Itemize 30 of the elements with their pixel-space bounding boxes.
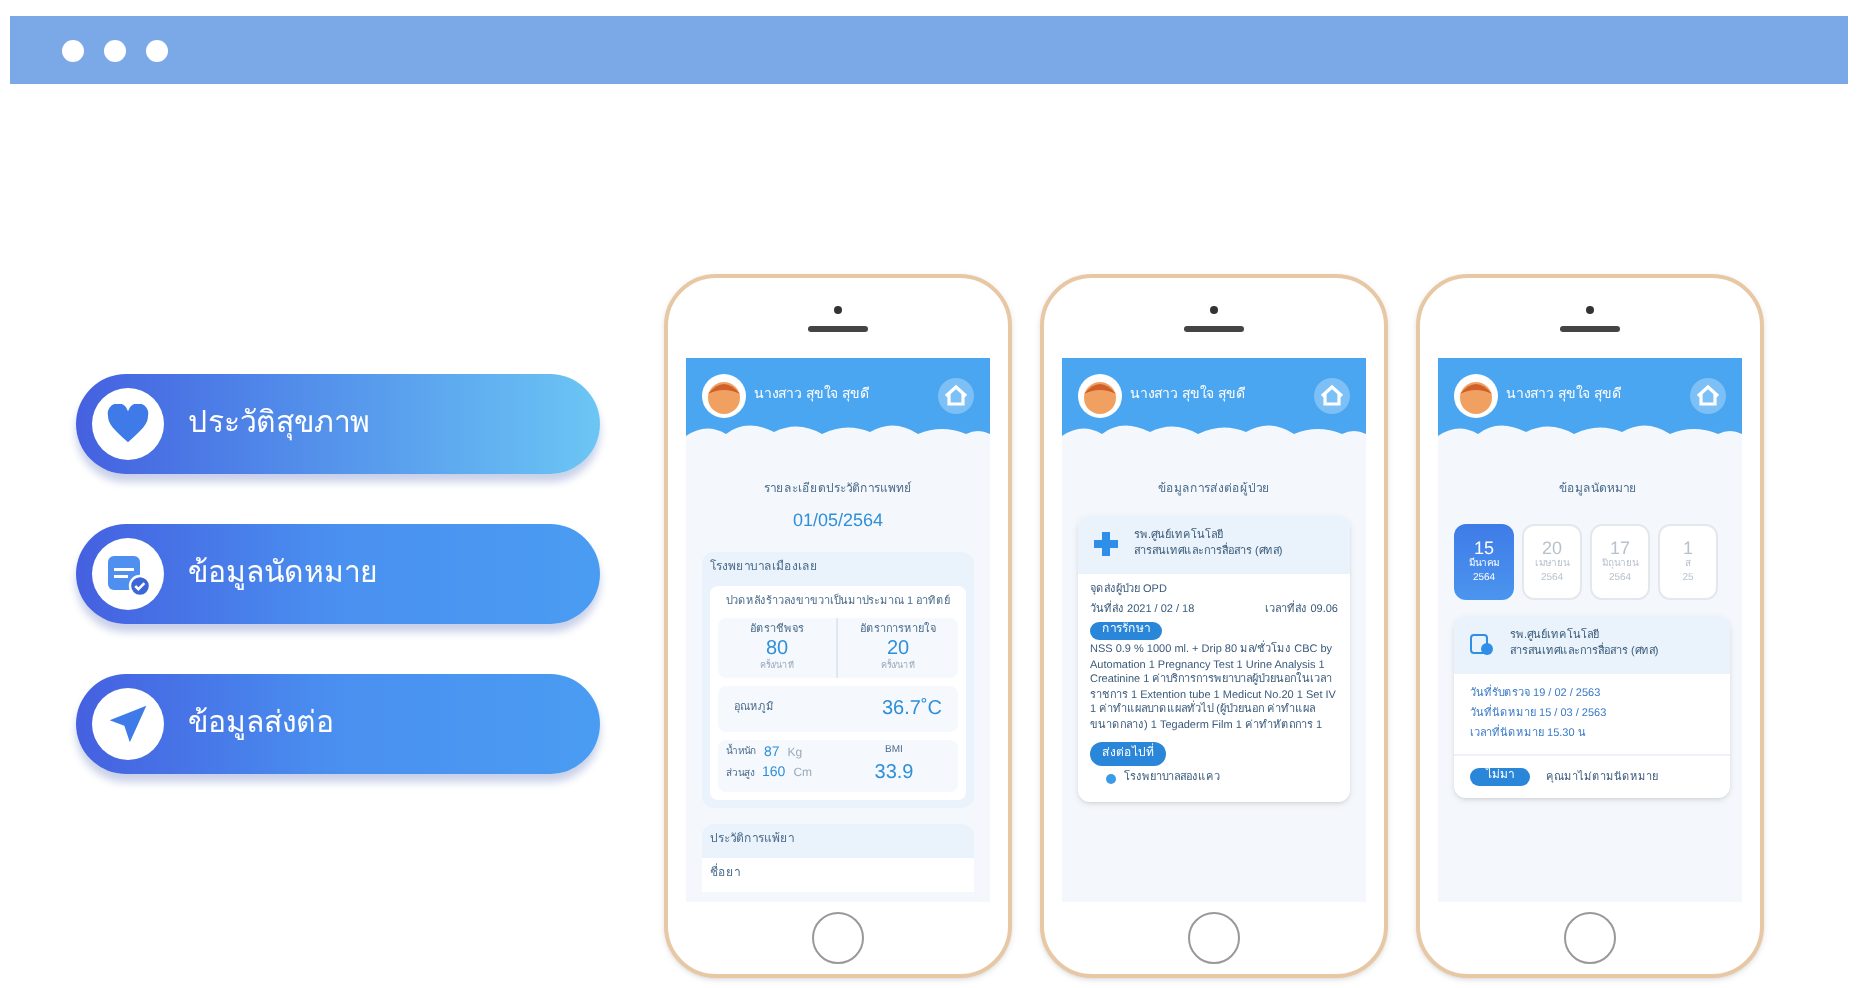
speaker-slot (1184, 325, 1244, 331)
bmi-value: 33.9 (874, 760, 914, 789)
speaker-slot (808, 325, 868, 331)
record-date: 01/05/2564 (792, 508, 884, 534)
heart-icon (106, 404, 150, 444)
home-button[interactable] (812, 912, 864, 964)
avatar-icon (1454, 374, 1498, 418)
date-day: 17 (1609, 537, 1630, 557)
date-day: 20 (1541, 537, 1562, 557)
home-icon[interactable] (1314, 378, 1350, 414)
speaker-slot (1560, 325, 1620, 331)
vital-value: 20 (886, 638, 910, 660)
home-button[interactable] (1188, 912, 1240, 964)
date-day: 1 (1682, 537, 1693, 557)
bullet-icon (1106, 773, 1116, 784)
avatar-icon (1078, 374, 1122, 418)
home-button[interactable] (1564, 912, 1616, 964)
home-icon[interactable] (938, 378, 974, 414)
menu-button[interactable]: ข้อมูลนัดหมาย (76, 524, 600, 624)
date-day: 15 (1473, 537, 1494, 557)
calendar-check-icon (104, 550, 152, 598)
menu-button[interactable]: ข้อมูลส่งต่อ (76, 674, 600, 774)
send-icon (106, 702, 150, 746)
vital-value: 80 (765, 638, 789, 660)
plus-icon (1094, 532, 1118, 557)
calendar-check-icon (1470, 632, 1494, 657)
temperature-value: 36.7˚C (881, 695, 942, 724)
menu-button[interactable]: ประวัติสุขภาพ (76, 374, 600, 474)
home-icon[interactable] (1690, 378, 1726, 414)
avatar-icon (702, 374, 746, 418)
